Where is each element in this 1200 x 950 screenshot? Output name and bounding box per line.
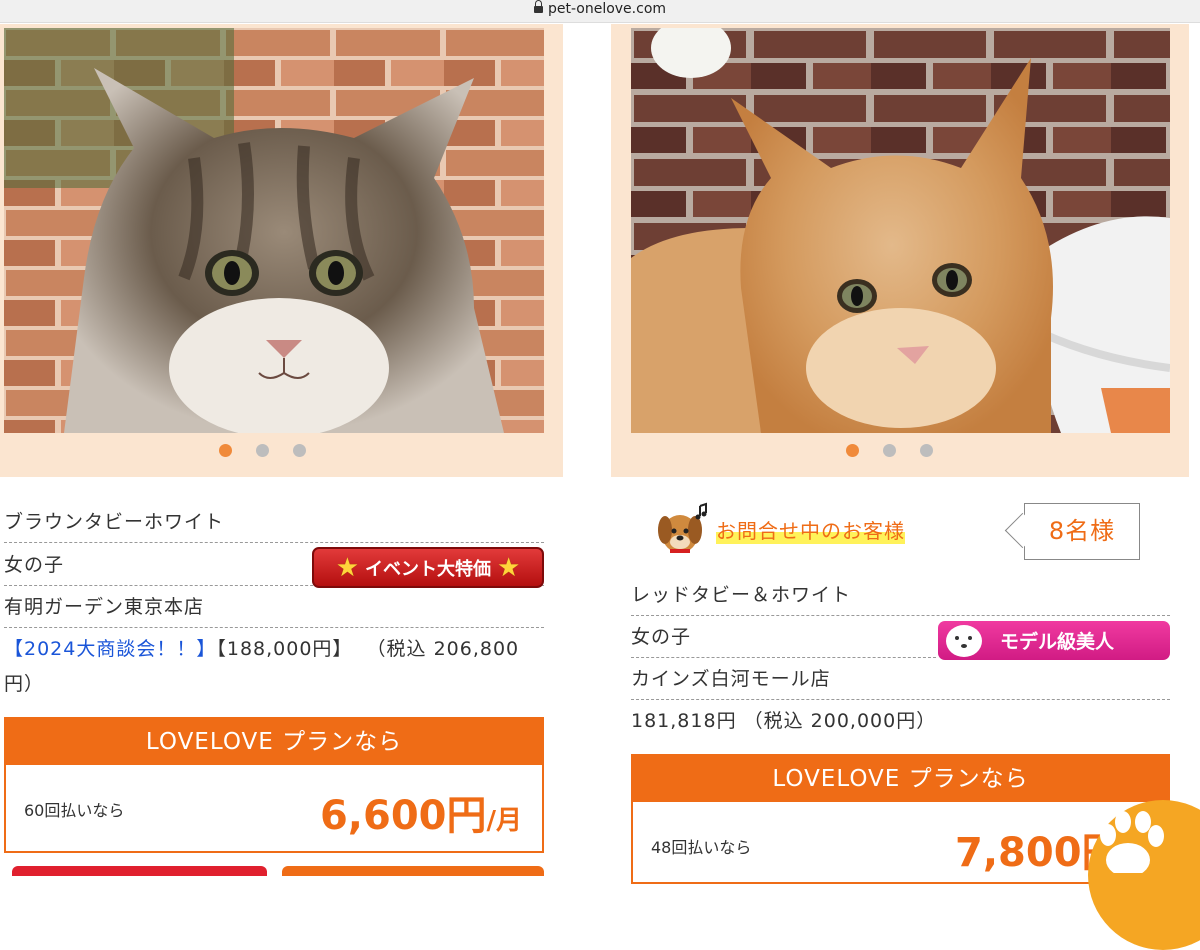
inquiry-count: 8名様 [1048, 517, 1116, 545]
amount-value: 6,600円 [319, 793, 487, 839]
monthly-amount: 6,600円/月 [320, 783, 522, 841]
dog-mascot-icon [658, 502, 707, 553]
inquiry-label: お問合せ中のお客様 [716, 514, 905, 544]
action-button-partial[interactable] [282, 866, 544, 876]
paw-floating-button[interactable] [1088, 800, 1200, 950]
installments-label: 48回払いなら [651, 838, 752, 857]
carousel-dots-1 [219, 444, 306, 457]
price-line: 181,818円 （税込 200,000円） [631, 710, 937, 732]
price: 【188,000円】 [216, 638, 353, 660]
plan-title: LOVELOVE プランなら [6, 719, 542, 765]
store-name[interactable]: 有明ガーデン東京本店 [4, 587, 544, 628]
star-icon: ★ [335, 552, 359, 583]
action-button-partial[interactable] [12, 866, 267, 876]
carousel-dot[interactable] [219, 444, 232, 457]
carousel-dots-2 [846, 444, 933, 457]
star-icon: ★ [497, 552, 521, 583]
loan-plan-box-1[interactable]: LOVELOVE プランなら 60回払いなら 6,600円/月 [4, 717, 544, 853]
inquiry-status: お問合せ中のお客様 [656, 500, 905, 558]
pet-sex: 女の子 [631, 617, 936, 658]
badge-label: イベント大特価 [365, 558, 491, 580]
amount-unit: /月 [486, 806, 523, 836]
kitten-photo-1[interactable] [4, 28, 544, 433]
carousel-dot[interactable] [920, 444, 933, 457]
pet-color: ブラウンタビーホワイト [4, 502, 544, 543]
carousel-dot[interactable] [846, 444, 859, 457]
poodle-face-icon [946, 624, 982, 657]
badge-label: モデル級美人 [1000, 631, 1115, 653]
pet-color: レッドタビー＆ホワイト [631, 575, 1170, 616]
url-text: pet-onelove.com [547, 1, 667, 17]
plan-title: LOVELOVE プランなら [633, 756, 1168, 802]
carousel-dot[interactable] [256, 444, 269, 457]
lock-icon [533, 0, 543, 14]
carousel-dot[interactable] [883, 444, 896, 457]
campaign-link[interactable]: 【2024大商談会！！】 [4, 638, 216, 660]
price-block: 【2024大商談会！！】【188,000円】 （税込 206,800円） [4, 632, 544, 702]
event-sale-badge: ★ イベント大特価 ★ [312, 547, 544, 588]
inquiry-count-callout: 8名様 [1024, 503, 1140, 560]
installments-label: 60回払いなら [24, 801, 125, 820]
carousel-dot[interactable] [293, 444, 306, 457]
store-name[interactable]: カインズ白河モール店 [631, 659, 1170, 700]
kitten-photo-2[interactable] [631, 28, 1170, 433]
address-bar[interactable]: pet-onelove.com [0, 0, 1200, 23]
paw-icon [1100, 811, 1164, 873]
model-beauty-badge: モデル級美人 [938, 621, 1170, 660]
